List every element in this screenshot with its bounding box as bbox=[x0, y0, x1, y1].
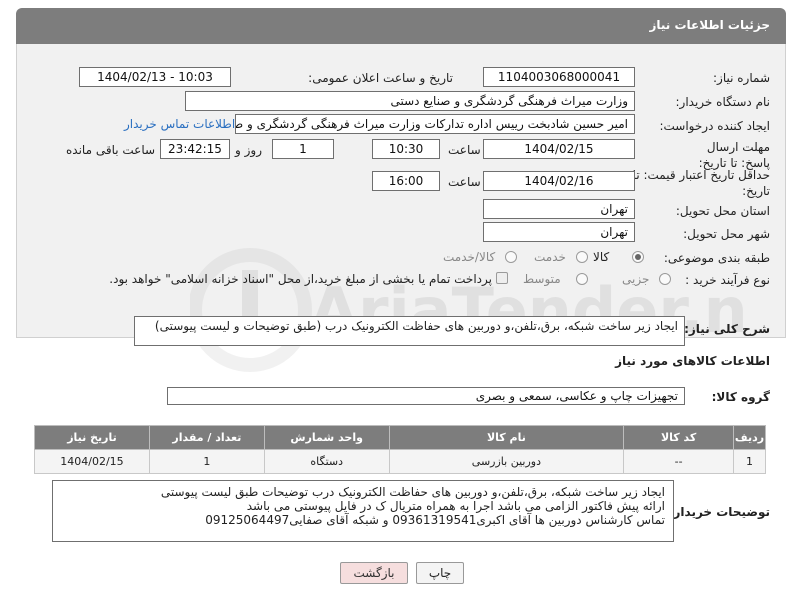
need-number-value: 1104003068000041 bbox=[483, 67, 635, 87]
days-label: روز و bbox=[235, 143, 262, 157]
process-option-medium: متوسط bbox=[523, 272, 561, 286]
delivery-province-label: استان محل تحویل: bbox=[675, 204, 770, 218]
category-radio-goods[interactable] bbox=[632, 251, 644, 263]
reply-deadline-time: 10:30 bbox=[372, 139, 440, 159]
reply-deadline-date: 1404/02/15 bbox=[483, 139, 635, 159]
cell-unit: دستگاه bbox=[263, 449, 390, 474]
treasury-checkbox[interactable] bbox=[496, 272, 508, 284]
cell-item-code: -- bbox=[623, 449, 735, 474]
buyer-notes-line-3: تماس کارشناس دوربین ها آقای اکبری0936131… bbox=[205, 513, 665, 527]
buyer-notes-line-1: ایجاد زیر ساخت شبکه، برق،تلفن،و دوربین ه… bbox=[160, 485, 665, 499]
goods-group-value: تجهیزات چاپ و عکاسی، سمعی و بصری bbox=[167, 387, 685, 405]
goods-group-label: گروه کالا: bbox=[711, 390, 770, 404]
category-radio-goods-service[interactable] bbox=[505, 251, 517, 263]
price-validity-date: 1404/02/16 bbox=[483, 171, 635, 191]
general-description-value: ایجاد زیر ساخت شبکه، برق،تلفن،و دوربین ه… bbox=[134, 316, 685, 346]
page: جزئیات اطلاعات نیاز AriaTender.net شماره… bbox=[0, 0, 788, 598]
cell-need-date: 1404/02/15 bbox=[34, 449, 150, 474]
requester-label: ایجاد کننده درخواست: bbox=[659, 119, 770, 133]
delivery-province-value: تهران bbox=[483, 199, 635, 219]
buyer-org-value: وزارت میراث فرهنگی گردشگری و صنایع دستی bbox=[185, 91, 635, 111]
process-radio-medium[interactable] bbox=[576, 273, 588, 285]
col-header-quantity: تعداد / مقدار bbox=[148, 425, 265, 450]
category-label: طبقه بندی موضوعی: bbox=[663, 251, 770, 265]
remaining-time-label: ساعت باقی مانده bbox=[66, 143, 156, 157]
goods-info-title: اطلاعات کالاهای مورد نیاز bbox=[615, 354, 770, 368]
buyer-contact-link[interactable]: اطلاعات تماس خریدار bbox=[124, 117, 235, 131]
process-radio-minor[interactable] bbox=[659, 273, 671, 285]
col-header-unit: واحد شمارش bbox=[263, 425, 390, 450]
goods-table-header-row: ردیف کد کالا نام کالا واحد شمارش تعداد /… bbox=[34, 425, 766, 450]
reply-deadline-time-label: ساعت bbox=[448, 143, 481, 157]
page-header: جزئیات اطلاعات نیاز bbox=[16, 8, 786, 44]
cell-quantity: 1 bbox=[148, 449, 265, 474]
col-header-item-code: کد کالا bbox=[623, 425, 735, 450]
announce-datetime-label: تاریخ و ساعت اعلان عمومی: bbox=[308, 71, 453, 85]
price-validity-label: حداقل تاریخ اعتبار قیمت: تا تاریخ: bbox=[620, 167, 770, 199]
treasury-note: پرداخت تمام یا بخشی از مبلغ خرید،از محل … bbox=[109, 272, 492, 286]
col-header-item-name: نام کالا bbox=[388, 425, 625, 450]
remaining-time: 23:42:15 bbox=[160, 139, 230, 159]
category-radio-service[interactable] bbox=[576, 251, 588, 263]
category-option-service: خدمت bbox=[534, 250, 566, 264]
price-validity-time: 16:00 bbox=[372, 171, 440, 191]
cell-row-number: 1 bbox=[733, 449, 766, 474]
cell-item-name: دوربین بازرسی bbox=[388, 449, 625, 474]
delivery-city-label: شهر محل تحویل: bbox=[683, 227, 770, 241]
buyer-notes-label: توضیحات خریدار: bbox=[668, 505, 770, 519]
price-validity-time-label: ساعت bbox=[448, 175, 481, 189]
need-number-label: شماره نیاز: bbox=[713, 71, 770, 85]
general-description-label: شرح کلی نیاز: bbox=[684, 322, 770, 336]
buyer-org-label: نام دستگاه خریدار: bbox=[675, 95, 771, 109]
goods-table: ردیف کد کالا نام کالا واحد شمارش تعداد /… bbox=[34, 425, 766, 474]
table-row: 1 -- دوربین بازرسی دستگاه 1 1404/02/15 bbox=[34, 449, 766, 474]
buyer-notes-box: ایجاد زیر ساخت شبکه، برق،تلفن،و دوربین ه… bbox=[52, 480, 674, 542]
category-option-goods-service: کالا/خدمت bbox=[443, 250, 496, 264]
goods-table-wrapper: ردیف کد کالا نام کالا واحد شمارش تعداد /… bbox=[34, 425, 766, 474]
process-type-label: نوع فرآیند خرید : bbox=[685, 273, 770, 287]
page-title: جزئیات اطلاعات نیاز bbox=[649, 18, 770, 32]
col-header-row-number: ردیف bbox=[733, 425, 766, 450]
category-option-goods: کالا bbox=[593, 250, 610, 264]
buyer-notes-line-2: ارائه پیش فاکتور الزامی می باشد اجرا به … bbox=[246, 499, 665, 513]
back-button[interactable]: بازگشت bbox=[340, 562, 408, 584]
reply-deadline-days: 1 bbox=[272, 139, 334, 159]
process-option-minor: جزیی bbox=[622, 272, 650, 286]
requester-value: امیر حسین شادبخت رییس اداره تدارکات وزار… bbox=[235, 114, 635, 134]
delivery-city-value: تهران bbox=[483, 222, 635, 242]
print-button[interactable]: چاپ bbox=[416, 562, 464, 584]
announce-datetime-value: 1404/02/13 - 10:03 bbox=[79, 67, 231, 87]
col-header-need-date: تاریخ نیاز bbox=[34, 425, 150, 450]
price-validity-label-text: حداقل تاریخ اعتبار قیمت: تا تاریخ: bbox=[632, 168, 770, 198]
